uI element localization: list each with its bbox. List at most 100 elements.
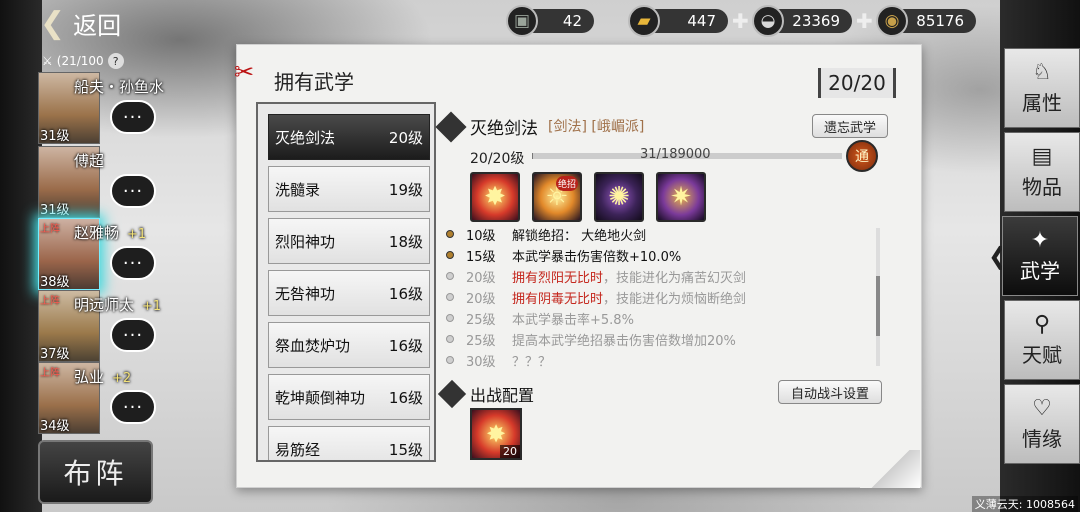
- skill-list[interactable]: 灭绝剑法 20级 洗髓录 19级 烈阳神功 18级 无咎神功 16级 祭血焚炉功 16级 乾坤颠倒神…: [256, 102, 436, 462]
- roster-character[interactable]: 上阵 弘业 +2 34级 ···: [38, 362, 178, 434]
- character-level: 34级: [40, 419, 70, 434]
- skill-item-name: 乾坤颠倒神功: [275, 388, 366, 407]
- move-icon-3[interactable]: ✺: [594, 172, 644, 222]
- bullet-icon: [446, 230, 454, 238]
- skill-item[interactable]: 祭血焚炉功 16级: [268, 322, 430, 368]
- gold-bar-icon: ▰: [628, 5, 660, 37]
- effect-row: 20级 拥有阴毒无比时 ，技能进化为烦恼断绝剑: [446, 287, 746, 307]
- exp-text: 31/189000: [640, 147, 711, 162]
- ultimate-tag: 绝招: [555, 176, 578, 191]
- character-name: 弘业 +2: [74, 368, 132, 386]
- skill-item[interactable]: 烈阳神功 18级: [268, 218, 430, 264]
- effect-text: ，技能进化为烦恼断绝剑: [603, 291, 747, 307]
- effect-text: 本武学暴击率+5.8%: [512, 312, 634, 328]
- resource-3: ◉ 85176: [876, 4, 976, 38]
- chat-bubble-icon[interactable]: ···: [110, 246, 156, 280]
- help-icon[interactable]: ?: [107, 53, 124, 69]
- resource-2: ◒ 23369 ✚: [752, 4, 873, 38]
- move-icon-1[interactable]: ✸: [470, 172, 520, 222]
- skill-item-name: 易筋经: [275, 440, 321, 459]
- bullet-icon: [446, 335, 454, 343]
- chat-bubble-icon[interactable]: ···: [110, 100, 156, 134]
- skill-item-level: 18级: [388, 232, 423, 251]
- auto-battle-button[interactable]: 自动战斗设置: [778, 380, 882, 404]
- nav-tab-label: 天赋: [1022, 343, 1062, 367]
- character-bonus: +1: [142, 299, 162, 314]
- roster-character[interactable]: 上阵 赵雅畅 +1 38级 ···: [38, 218, 178, 290]
- mastery-badge[interactable]: 通: [846, 140, 878, 172]
- effect-level: 15级: [466, 249, 496, 265]
- formation-button[interactable]: 布阵: [38, 440, 153, 504]
- chat-bubble-icon[interactable]: ···: [110, 318, 156, 352]
- effect-level: 10级: [466, 228, 496, 244]
- battle-config-title: 出战配置: [470, 386, 535, 405]
- exp-bar-fill: [532, 153, 534, 159]
- bullet-icon: [446, 314, 454, 322]
- nav-tab-4[interactable]: ♡ 情缘: [1004, 384, 1080, 464]
- silver-chest-icon: ▣: [506, 5, 538, 37]
- chat-bubble-icon[interactable]: ···: [110, 174, 156, 208]
- effect-level: 25级: [466, 333, 496, 349]
- add-resource-icon[interactable]: ✚: [732, 9, 749, 33]
- nav-tab-label: 武学: [1020, 259, 1060, 283]
- skill-item-level: 16级: [388, 284, 423, 303]
- martial-arts-icon: ✦: [1030, 228, 1050, 253]
- effect-row: 15级 本武学暴击伤害倍数+10.0%: [446, 245, 681, 265]
- skill-item[interactable]: 灭绝剑法 20级: [268, 114, 430, 160]
- chevron-left-icon: ❮: [40, 5, 66, 41]
- roster-character[interactable]: 上阵 明远师太 +1 37级 ···: [38, 290, 178, 362]
- add-resource-icon[interactable]: ✚: [856, 9, 873, 33]
- bullet-icon: [446, 293, 454, 301]
- resource-1: ▰ 447 ✚: [628, 4, 749, 38]
- skill-item-name: 洗髓录: [275, 180, 321, 199]
- battle-slot[interactable]: ✸ 20: [470, 408, 522, 460]
- effect-level: 30级: [466, 354, 496, 370]
- roster-character[interactable]: 傅超 31级 ···: [38, 146, 178, 218]
- effect-text: 解锁绝招： 大绝地火剑: [512, 228, 647, 244]
- silver-ingot-icon: ◒: [752, 5, 784, 37]
- chat-bubble-icon[interactable]: ···: [110, 390, 156, 424]
- skill-item[interactable]: 洗髓录 19级: [268, 166, 430, 212]
- effect-row: 20级 拥有烈阳无比时 ，技能进化为痛苦幻灭剑: [446, 266, 746, 286]
- watermark: 义薄云天: 1008564: [971, 496, 1078, 512]
- effect-text: ？？？: [512, 354, 552, 370]
- bullet-icon: [446, 356, 454, 364]
- character-level: 31级: [40, 129, 70, 144]
- bullet-icon: [446, 251, 454, 259]
- effect-text: 本武学暴击伤害倍数+10.0%: [512, 249, 682, 265]
- blade-icon: ✂: [233, 58, 255, 86]
- attributes-icon: ♘: [1032, 60, 1052, 85]
- back-button[interactable]: ❮ 返回: [40, 4, 170, 42]
- skill-item-name: 祭血焚炉功: [275, 336, 351, 355]
- nav-tab-3[interactable]: ⚲ 天赋: [1004, 300, 1080, 380]
- effect-row: 10级 解锁绝招： 大绝地火剑: [446, 224, 646, 244]
- skill-item[interactable]: 乾坤颠倒神功 16级: [268, 374, 430, 420]
- nav-tab-2[interactable]: ✦ 武学: [1002, 216, 1078, 296]
- effect-level: 25级: [466, 312, 496, 328]
- effect-text: 拥有烈阳无比时: [512, 270, 604, 286]
- roster-character[interactable]: 船夫・孙鱼水 31级 ···: [38, 72, 178, 144]
- skill-item-level: 19级: [388, 180, 423, 199]
- skill-item[interactable]: 易筋经 15级: [268, 426, 430, 460]
- skill-item-name: 无咎神功: [275, 284, 336, 303]
- skill-tags: [剑法] [峨嵋派]: [548, 119, 645, 135]
- move-icon-4[interactable]: ✷: [656, 172, 706, 222]
- move-icon-2[interactable]: ☼ 绝招: [532, 172, 582, 222]
- skill-item-name: 烈阳神功: [275, 232, 336, 251]
- affinity-icon: ♡: [1032, 396, 1052, 421]
- scroll-thumb[interactable]: [876, 276, 880, 336]
- skill-item[interactable]: 无咎神功 16级: [268, 270, 430, 316]
- effect-text: 拥有阴毒无比时: [512, 291, 604, 307]
- effect-text: 提高本武学绝招暴击伤害倍数增加20%: [512, 333, 736, 349]
- nav-tab-1[interactable]: ▤ 物品: [1004, 132, 1080, 212]
- nav-tab-0[interactable]: ♘ 属性: [1004, 48, 1080, 128]
- left-ink-strip: [0, 0, 42, 512]
- character-level: 37级: [40, 347, 70, 362]
- items-icon: ▤: [1031, 144, 1053, 169]
- forget-skill-button[interactable]: 遗忘武学: [812, 114, 888, 138]
- skill-item-level: 15级: [388, 440, 423, 459]
- bullet-icon: [446, 272, 454, 280]
- roster-icon: ⚔: [42, 54, 53, 68]
- character-name: 赵雅畅 +1: [74, 224, 147, 242]
- effects-scrollbar[interactable]: [876, 228, 880, 366]
